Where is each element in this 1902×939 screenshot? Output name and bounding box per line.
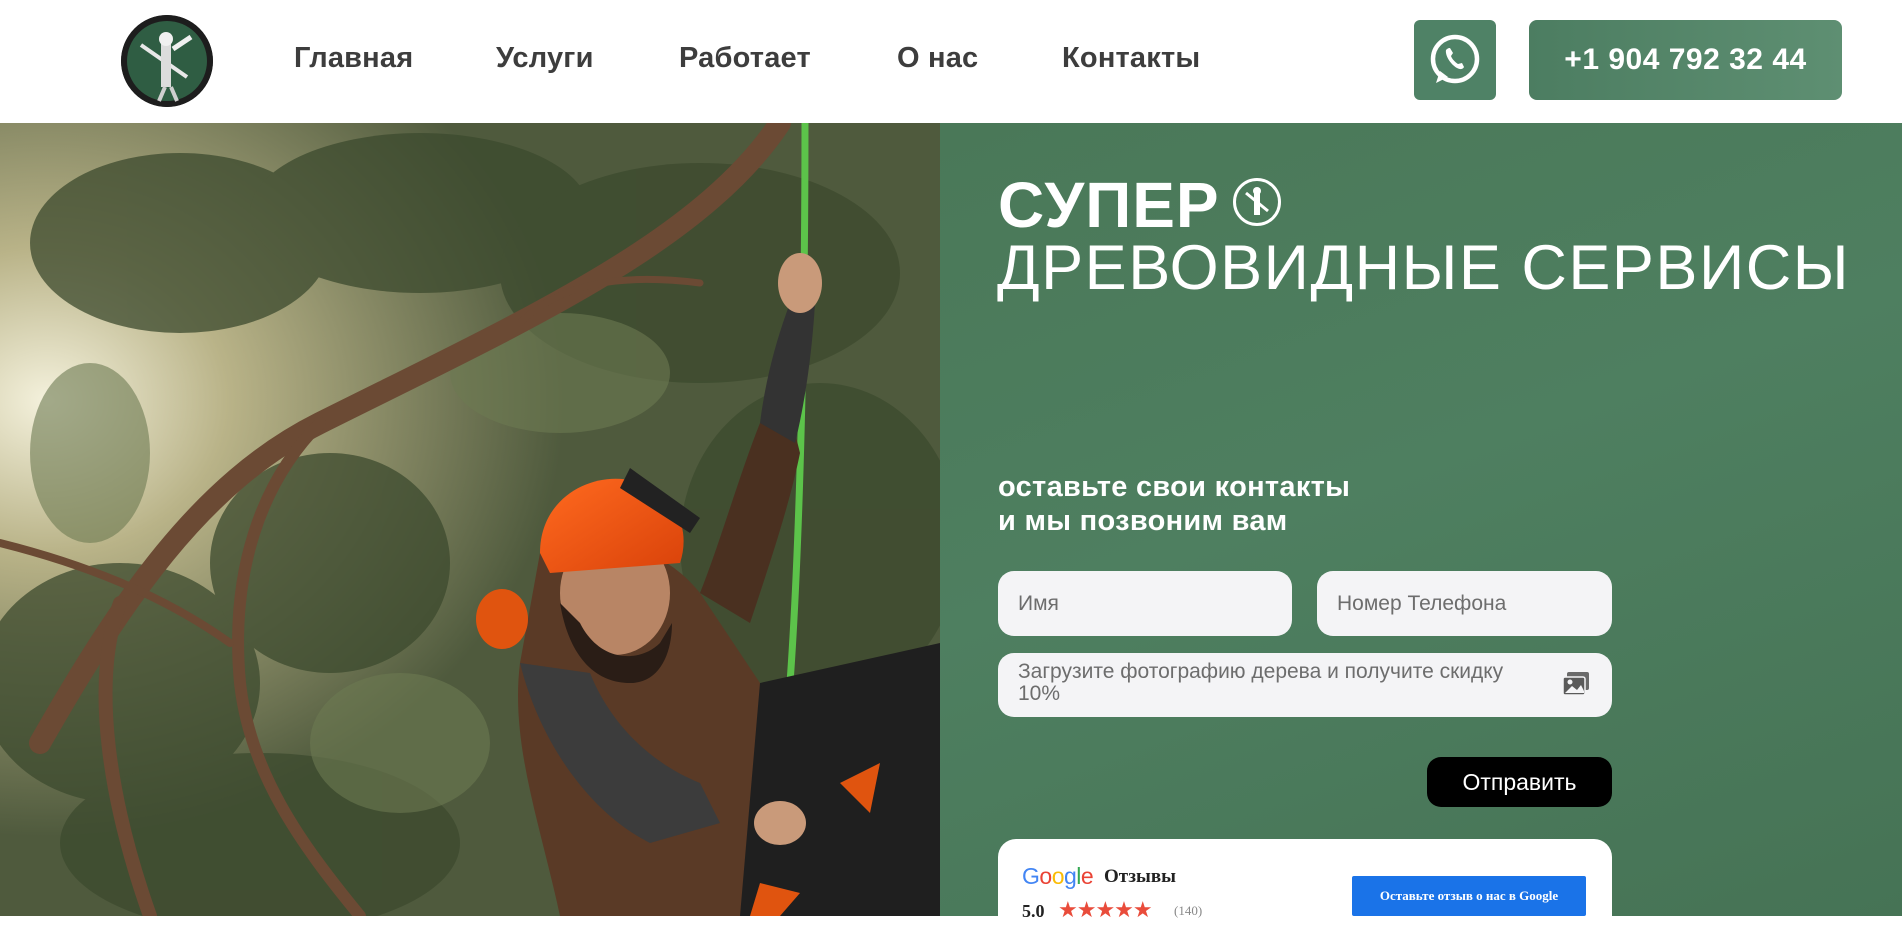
whatsapp-button[interactable] <box>1414 20 1496 100</box>
whatsapp-icon <box>1430 34 1480 84</box>
nav-works[interactable]: Работает <box>679 42 811 75</box>
form-lead: оставьте свои контакты и мы позвоним вам <box>998 470 1350 538</box>
phone-input[interactable] <box>1317 571 1612 636</box>
hero-photo-arborist <box>0 123 940 916</box>
lead-line-1: оставьте свои контакты <box>998 471 1351 503</box>
upload-text: Загрузите фотографию дерева и получите с… <box>1018 660 1504 705</box>
logo[interactable] <box>121 15 213 107</box>
nav-home[interactable]: Главная <box>294 42 413 75</box>
nav-services[interactable]: Услуги <box>496 42 594 75</box>
photo-upload-field[interactable]: Загрузите фотографию дерева и получите с… <box>998 653 1612 717</box>
rating-value: 5.0 <box>1022 901 1045 921</box>
nav-contacts[interactable]: Контакты <box>1062 42 1200 75</box>
image-icon <box>1562 672 1589 696</box>
submit-button[interactable]: Отправить <box>1427 757 1612 807</box>
site-header: Главная Услуги Работает О нас Контакты +… <box>0 0 1902 123</box>
lead-line-2: и мы позвоним вам <box>998 505 1288 537</box>
hero-title-light: ДРЕВОВИДНЫЕ СЕРВИСЫ <box>997 233 1851 303</box>
phone-button[interactable]: +1 904 792 32 44 <box>1529 20 1842 100</box>
hero-title-bold: СУПЕР <box>998 169 1220 241</box>
reviews-label: Отзывы <box>1104 866 1176 887</box>
rating-stars: ★★★★★ <box>1058 897 1153 922</box>
google-logo: Google <box>1022 863 1094 889</box>
leave-review-button[interactable]: Оставьте отзыв о нас в Google <box>1352 876 1586 916</box>
tree-climber-logo-icon <box>121 15 213 107</box>
name-input[interactable] <box>998 571 1292 636</box>
tree-climber-icon <box>1233 178 1281 226</box>
review-count: (140) <box>1174 903 1203 918</box>
nav-about[interactable]: О нас <box>897 42 978 75</box>
google-reviews-widget: Google Отзывы 5.0 ★★★★★ (140) Оставьте о… <box>998 839 1612 939</box>
